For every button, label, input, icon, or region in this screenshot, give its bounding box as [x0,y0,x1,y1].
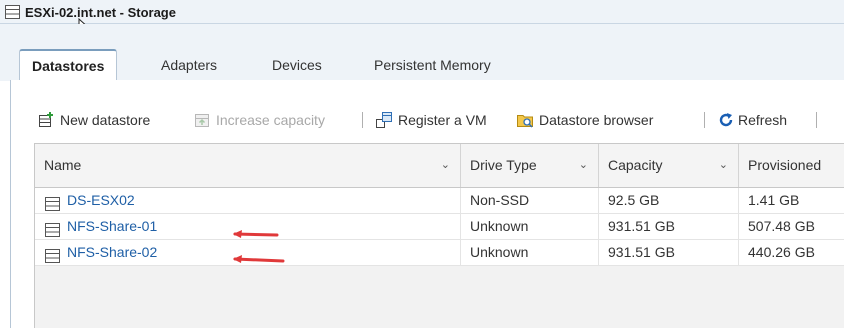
column-header-name[interactable]: Name ⌄ [35,144,461,187]
tab-strip: Datastores Adapters Devices Persistent M… [0,24,844,82]
annotation-arrow-icon [233,248,285,273]
toolbar-separator [704,112,705,128]
window-title: ESXi-02.int.net - Storage [25,5,176,20]
new-datastore-icon [38,112,54,133]
provisioned-cell: 440.26 GB [748,244,815,260]
refresh-button[interactable]: Refresh [718,110,808,130]
datastore-name-link[interactable]: NFS-Share-01 [35,214,461,239]
toolbar-separator [362,112,363,128]
table-header: Name ⌄ Drive Type ⌄ Capacity ⌄ Provision… [35,144,844,188]
table-row[interactable]: NFS-Share-01 Unknown 931.51 GB 507.48 GB [35,214,844,240]
increase-capacity-button[interactable]: Increase capacity [194,110,354,130]
toolbar-separator [816,112,817,128]
datastore-browser-icon [517,112,535,133]
provisioned-cell: 507.48 GB [748,218,815,234]
storage-icon [5,5,20,22]
datastore-name-link[interactable]: NFS-Share-02 [35,240,461,265]
new-datastore-button[interactable]: New datastore [38,110,188,130]
datastore-name-link[interactable]: DS-ESX02 [35,188,461,213]
drive-type-cell: Non-SSD [461,188,599,213]
capacity-cell: 931.51 GB [599,214,739,239]
chevron-down-icon[interactable]: ⌄ [579,144,588,187]
increase-capacity-icon [194,112,210,133]
tab-adapters[interactable]: Adapters [149,49,229,81]
refresh-icon [718,112,734,133]
chevron-down-icon[interactable]: ⌄ [441,144,450,187]
capacity-cell: 931.51 GB [599,240,739,265]
table-row[interactable]: DS-ESX02 Non-SSD 92.5 GB 1.41 GB [35,188,844,214]
drive-type-cell: Unknown [461,214,599,239]
column-header-provisioned[interactable]: Provisioned [739,144,844,187]
table-row[interactable]: NFS-Share-02 Unknown 931.51 GB 440.26 GB [35,240,844,266]
capacity-cell: 92.5 GB [599,188,739,213]
column-header-capacity[interactable]: Capacity ⌄ [599,144,739,187]
provisioned-cell: 1.41 GB [748,192,800,208]
column-header-drive-type[interactable]: Drive Type ⌄ [461,144,599,187]
tab-datastores[interactable]: Datastores [19,49,118,82]
register-vm-icon [376,112,394,133]
drive-type-cell: Unknown [461,240,599,265]
window-title-bar: ESXi-02.int.net - Storage [0,0,844,38]
tab-persistent-memory[interactable]: Persistent Memory [362,49,503,81]
datastore-icon [45,246,60,271]
chevron-down-icon[interactable]: ⌄ [719,144,728,187]
datastore-browser-button[interactable]: Datastore browser [517,110,687,130]
datastores-table: Name ⌄ Drive Type ⌄ Capacity ⌄ Provision… [34,143,844,328]
register-vm-button[interactable]: Register a VM [376,110,511,130]
tab-devices[interactable]: Devices [260,49,334,81]
